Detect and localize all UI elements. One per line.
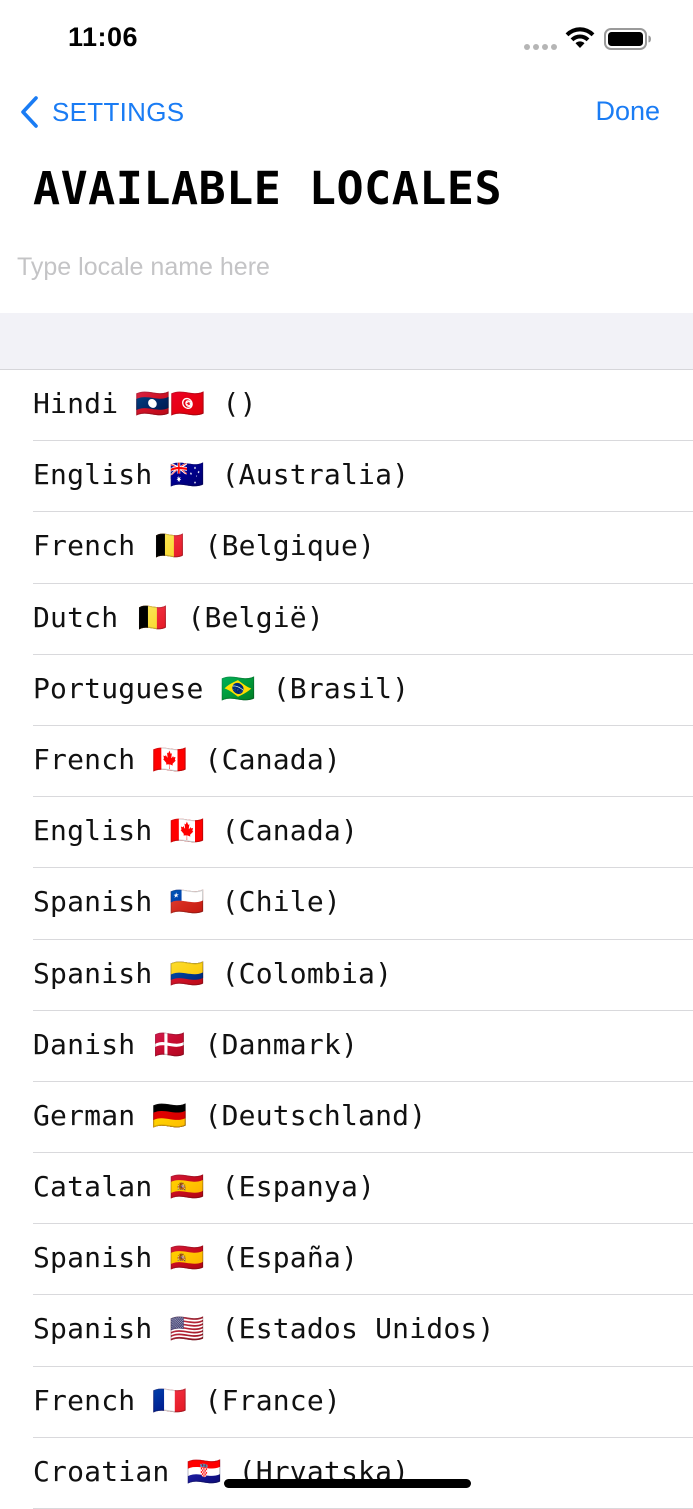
chevron-left-icon [21,96,38,128]
locale-label: Danish 🇩🇰 (Danmark) [33,1027,359,1061]
locale-label: French 🇫🇷 (France) [33,1383,341,1417]
list-item[interactable]: French 🇨🇦 (Canada) [0,726,693,798]
signal-dots-icon [524,44,558,50]
list-item[interactable]: English 🇨🇦 (Canada) [0,797,693,869]
list-item[interactable]: Croatian 🇭🇷 (Hrvatska) [0,1438,693,1509]
locale-label: French 🇧🇪 (Belgique) [33,529,376,563]
locale-label: French 🇨🇦 (Canada) [33,742,341,776]
locale-list: Hindi 🇱🇦🇹🇳 () English 🇦🇺 (Australia) Fre… [0,370,693,1509]
list-item[interactable]: English 🇦🇺 (Australia) [0,441,693,513]
home-indicator [224,1479,471,1488]
navigation-bar: SETTINGS Done [0,80,693,144]
locale-label: English 🇦🇺 (Australia) [33,458,410,492]
list-item[interactable]: Hindi 🇱🇦🇹🇳 () [0,370,693,442]
list-item[interactable]: Spanish 🇨🇴 (Colombia) [0,940,693,1011]
list-item[interactable]: Catalan 🇪🇸 (Espanya) [0,1153,693,1225]
done-button[interactable]: Done [595,96,660,127]
locale-label: English 🇨🇦 (Canada) [33,814,359,848]
wifi-icon [565,27,595,48]
locale-label: Portuguese 🇧🇷 (Brasil) [33,671,410,705]
page-title: AVAILABLE LOCALES [33,162,503,215]
search-input[interactable] [17,245,667,289]
list-item[interactable]: Portuguese 🇧🇷 (Brasil) [0,655,693,727]
locale-label: Hindi 🇱🇦🇹🇳 () [33,387,257,420]
back-button-label: SETTINGS [52,96,185,127]
locale-label: Dutch 🇧🇪 (België) [33,600,324,634]
locale-label: Spanish 🇺🇸 (Estados Unidos) [33,1312,495,1346]
status-time: 11:06 [68,22,139,52]
list-item[interactable]: Spanish 🇨🇱 (Chile) [0,868,693,940]
locale-label: German 🇩🇪 (Deutschland) [33,1098,427,1132]
list-item[interactable]: Dutch 🇧🇪 (België) [0,584,693,655]
section-header [0,313,693,370]
battery-icon [604,28,651,50]
list-item[interactable]: French 🇫🇷 (France) [0,1367,693,1439]
locale-label: Catalan 🇪🇸 (Espanya) [33,1170,376,1204]
list-item[interactable]: Spanish 🇺🇸 (Estados Unidos) [0,1295,693,1367]
locale-label: Spanish 🇨🇱 (Chile) [33,885,341,919]
back-button[interactable]: SETTINGS [18,94,184,130]
locale-label: Spanish 🇨🇴 (Colombia) [33,956,393,990]
list-item[interactable]: French 🇧🇪 (Belgique) [0,512,693,584]
list-item[interactable]: Danish 🇩🇰 (Danmark) [0,1011,693,1083]
list-item[interactable]: Spanish 🇪🇸 (España) [0,1224,693,1296]
locale-label: Spanish 🇪🇸 (España) [33,1241,359,1275]
list-item[interactable]: German 🇩🇪 (Deutschland) [0,1082,693,1154]
status-bar: 11:06 [0,0,693,80]
